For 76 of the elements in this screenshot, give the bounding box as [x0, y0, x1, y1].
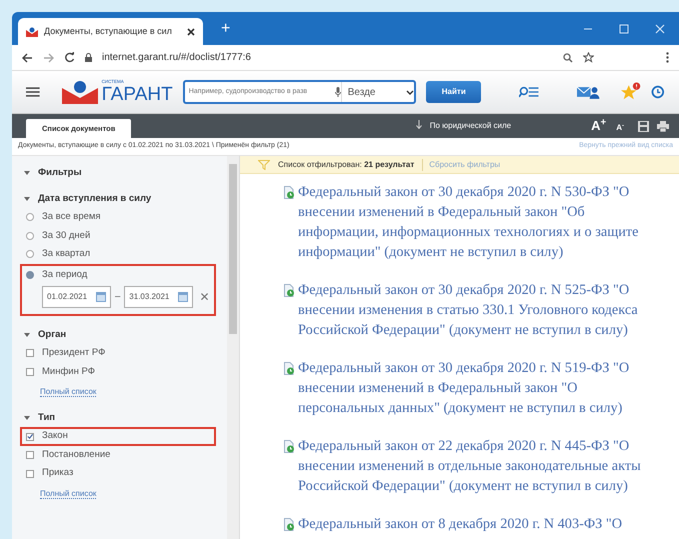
reload-icon[interactable]: [64, 52, 75, 63]
font-increase-button[interactable]: A$^{+}$: [591, 116, 606, 136]
font-decrease-button[interactable]: A$^{-}$: [616, 122, 624, 134]
search-list-icon[interactable]: [519, 85, 539, 99]
print-icon[interactable]: [657, 120, 669, 132]
filter-option[interactable]: Минфин РФ: [20, 362, 227, 381]
filter-option[interactable]: Закон: [20, 427, 216, 446]
logo-text: ГАРАНТ: [102, 84, 173, 104]
tab-title: Документы, вступающие в сил: [44, 24, 172, 38]
star-notification-icon[interactable]: [620, 82, 642, 102]
triangle-icon: [24, 333, 30, 337]
filter-option[interactable]: За квартал: [20, 245, 227, 264]
url-text[interactable]: internet.garant.ru/#/doclist/1777:6: [102, 50, 251, 65]
microphone-icon[interactable]: [334, 87, 341, 97]
filter-option[interactable]: Постановление: [20, 446, 227, 464]
menu-icon[interactable]: [26, 87, 40, 97]
checkbox[interactable]: [26, 451, 34, 459]
down-arrow-icon: [416, 120, 422, 129]
star-icon[interactable]: [583, 52, 594, 63]
document-clock-icon: [284, 518, 295, 531]
search-button[interactable]: Найти: [426, 81, 482, 103]
clear-button[interactable]: ✕: [199, 288, 210, 306]
garant-logo-icon: [26, 26, 38, 36]
calendar-icon[interactable]: [178, 292, 188, 302]
triangle-icon: [24, 171, 30, 175]
date-field[interactable]: 01.02.2021: [42, 286, 111, 308]
browser-tab[interactable]: Документы, вступающие в сил: [18, 18, 203, 45]
garant-logo-icon: [62, 80, 98, 104]
radio-button[interactable]: [26, 232, 34, 240]
filters-header[interactable]: Фильтры: [24, 164, 227, 182]
checkbox[interactable]: [26, 470, 34, 478]
close-icon[interactable]: [187, 28, 195, 36]
history-icon[interactable]: [651, 85, 665, 99]
maximize-icon[interactable]: [619, 24, 629, 34]
document-link[interactable]: Федеральный закон от 30 декабря 2020 г. N 530-ФЗ "О внесении изменений в Федеральный закон "Об информации, информационных технологиях и о защите информации" (документ не вступил в силу): [298, 182, 658, 262]
funnel-icon: [258, 160, 270, 170]
zoom-icon[interactable]: [563, 52, 573, 62]
triangle-icon: [24, 416, 30, 420]
section-header[interactable]: Орган: [24, 326, 227, 344]
document-clock-icon: [284, 284, 295, 297]
back-arrow-icon[interactable]: [22, 52, 33, 62]
checkbox[interactable]: [26, 349, 34, 358]
full-list-link[interactable]: Полный список: [40, 387, 96, 397]
chevron-icon: [406, 90, 414, 94]
section-header[interactable]: Дата вступления в силу: [24, 190, 227, 208]
document-link[interactable]: Федеральный закон от 8 декабря 2020 г. N 403-ФЗ "О: [298, 514, 658, 534]
forward-arrow-icon[interactable]: [43, 52, 54, 62]
checkbox[interactable]: [26, 432, 34, 440]
document-link[interactable]: Федеральный закон от 22 декабря 2020 г. N 445-ФЗ "О внесении изменений в отдельные законодательные акты Российской Федерации" (документ не вступил в силу): [298, 436, 658, 496]
menu-dots-icon[interactable]: [666, 52, 669, 63]
radio-button[interactable]: [26, 270, 34, 279]
filter-option[interactable]: За период: [26, 266, 214, 284]
mail-user-icon[interactable]: [576, 85, 600, 99]
new-tab-button[interactable]: +: [215, 16, 236, 42]
filter-status-text: Список отфильтрован: 21 результат: [278, 158, 414, 170]
filter-option[interactable]: За 30 дней: [20, 226, 227, 245]
filter-option[interactable]: Президент РФ: [20, 344, 227, 362]
checkbox[interactable]: [26, 368, 34, 376]
save-icon[interactable]: [638, 120, 649, 132]
filter-option[interactable]: Приказ: [20, 464, 227, 483]
document-link[interactable]: Федеральный закон от 30 декабря 2020 г. N 525-ФЗ "О внесении изменения в статью 330.1 Уголовного кодекса Российской Федерации" (документ не вступил в силу): [298, 280, 658, 340]
triangle-icon: [24, 197, 30, 201]
scrollbar[interactable]: [227, 156, 239, 539]
document-clock-icon: [284, 186, 295, 199]
filter-option[interactable]: За все время: [20, 208, 227, 226]
full-list-link[interactable]: Полный список: [40, 488, 96, 499]
scope-dropdown[interactable]: Везде: [340, 82, 414, 102]
section-header[interactable]: Тип: [24, 409, 227, 428]
radio-button[interactable]: [26, 250, 34, 258]
radio-button[interactable]: [26, 213, 34, 222]
document-clock-icon: [284, 440, 295, 453]
document-clock-icon: [284, 362, 295, 375]
date-field[interactable]: 31.03.2021: [124, 286, 194, 308]
range-dash: –: [115, 290, 120, 304]
document-link[interactable]: Федеральный закон от 30 декабря 2020 г. N 519-ФЗ "О внесении изменений в Федеральный закон "О персональных данных" (документ не вступил в силу): [298, 358, 658, 418]
lock-icon: [85, 53, 92, 62]
